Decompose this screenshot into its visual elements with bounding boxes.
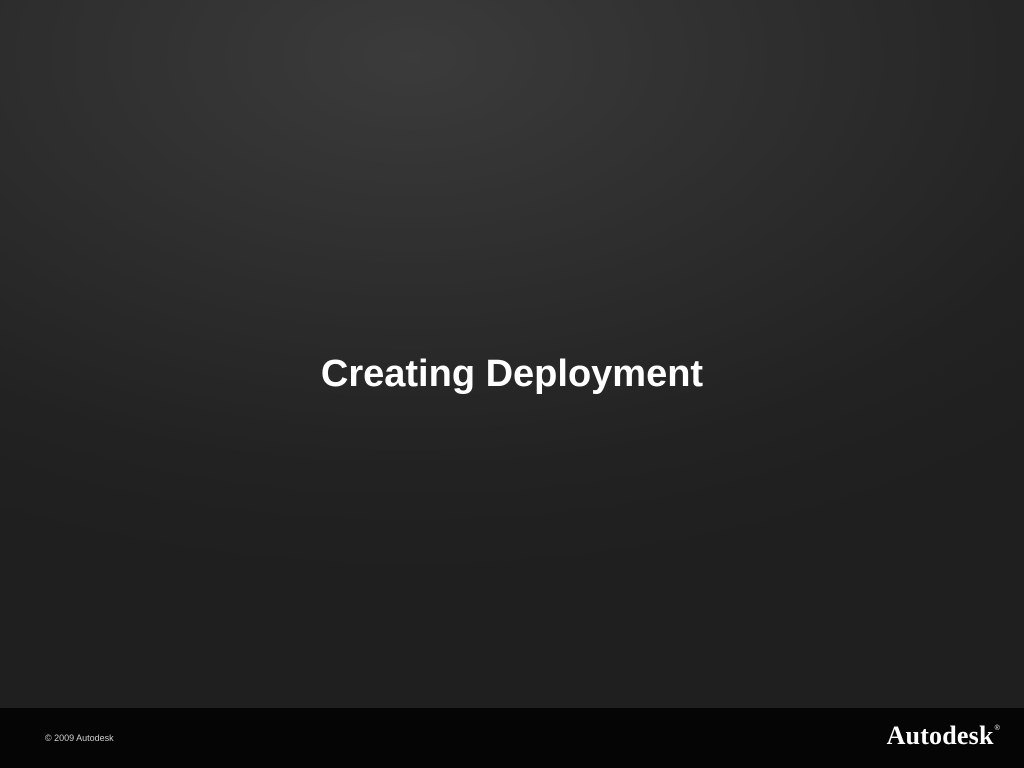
footer-bar: © 2009 Autodesk Autodesk ® xyxy=(0,708,1024,768)
autodesk-logo: Autodesk ® xyxy=(887,721,1000,751)
slide-title: Creating Deployment xyxy=(320,353,704,395)
slide: Creating Deployment © 2009 Autodesk Auto… xyxy=(0,0,1024,768)
logo-text: Autodesk xyxy=(886,721,994,750)
slide-background: Creating Deployment xyxy=(0,0,1024,708)
registered-mark-icon: ® xyxy=(994,725,1000,732)
copyright-text: © 2009 Autodesk xyxy=(45,733,114,743)
